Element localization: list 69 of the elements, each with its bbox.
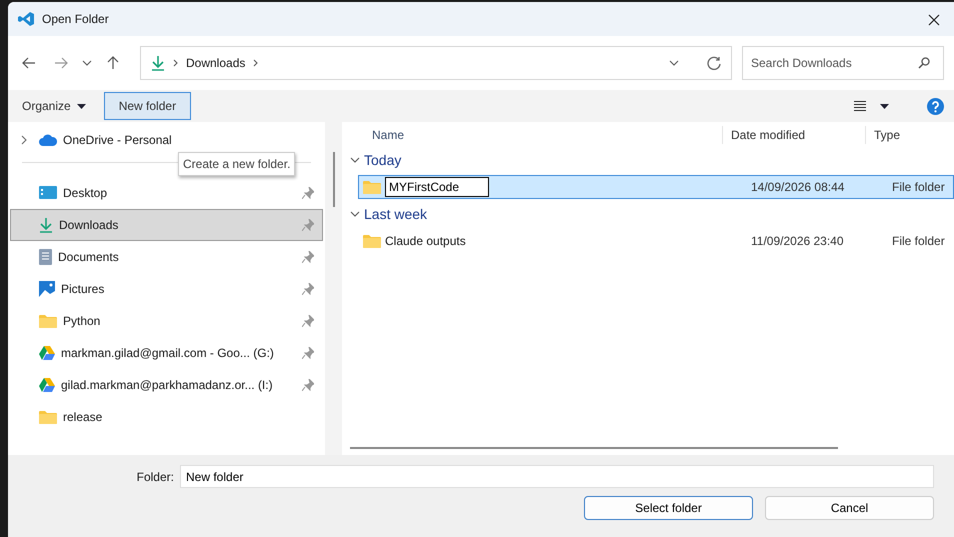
organize-button[interactable]: Organize (18, 97, 90, 115)
forward-arrow-icon (54, 56, 68, 70)
rename-field[interactable]: MYFirstCode (385, 177, 489, 197)
folder-icon (363, 180, 381, 194)
up-arrow-icon (106, 56, 120, 70)
folder-icon (39, 410, 57, 424)
group-header[interactable]: Today (364, 150, 402, 170)
caret-down-icon (880, 104, 889, 108)
back-arrow-icon (22, 56, 36, 70)
chevron-down-icon (82, 60, 92, 66)
item-label: Pictures (61, 281, 106, 298)
sidebar-item[interactable]: Python (10, 305, 323, 337)
item-label: OneDrive - Personal (63, 132, 173, 149)
item-label: gilad.markman@parkhamadanz.or... (I:) (61, 377, 274, 394)
item-label: Downloads (59, 217, 120, 234)
help-icon[interactable] (927, 98, 944, 114)
sidebar-item[interactable]: Documents (10, 241, 323, 273)
search-icon (918, 57, 930, 69)
view-list-icon (854, 101, 866, 111)
refresh-icon[interactable] (707, 56, 721, 70)
sidebar-item[interactable]: gilad.markman@parkhamadanz.or... (I:) (10, 369, 323, 401)
breadcrumb[interactable]: Downloads (186, 54, 246, 72)
item-label: markman.gilad@gmail.com - Goo... (G:) (61, 345, 275, 362)
tooltip: Create a new folder. (178, 152, 296, 176)
file-row[interactable]: Claude outputs 11/09/2026 23:40 File folder (358, 229, 954, 253)
sidebar-item[interactable]: Desktop (10, 177, 323, 209)
sidebar-item[interactable]: Downloads (10, 209, 323, 241)
chevron-down-icon (669, 60, 679, 66)
download-icon (151, 55, 165, 71)
item-label: Documents (58, 249, 120, 266)
file-name: Claude outputs (385, 233, 466, 250)
column-header[interactable]: Type (865, 126, 900, 144)
type-cell-text: File folder (891, 179, 945, 196)
chevron-right-icon (173, 59, 178, 67)
column-header[interactable]: Name (342, 126, 722, 144)
sidebar-item[interactable]: markman.gilad@gmail.com - Goo... (G:) (10, 337, 323, 369)
search-field[interactable]: Search Downloads (742, 46, 944, 80)
cloud-icon (39, 134, 57, 146)
item-label: release (63, 409, 104, 426)
column-header[interactable]: Date modified (722, 126, 865, 144)
cancel-button[interactable]: Cancel (765, 496, 934, 520)
drive-icon (39, 346, 55, 360)
date-cell-text: 14/09/2026 08:44 (750, 179, 846, 196)
folder-field[interactable]: New folder (180, 465, 934, 488)
document-icon (39, 249, 52, 265)
folder-icon (363, 234, 381, 248)
close-icon (928, 14, 940, 26)
scrollbar[interactable] (350, 447, 838, 449)
window-title: Open Folder (42, 11, 109, 28)
type-cell-text: File folder (891, 233, 945, 250)
address-bar[interactable]: Downloads (140, 46, 732, 80)
desktop-icon (39, 186, 57, 200)
folder-label: Folder: (136, 468, 174, 486)
item-label: Desktop (63, 185, 108, 202)
select-folder-button[interactable]: Select folder (584, 496, 753, 520)
caret-down-icon (76, 104, 86, 110)
item-label: Python (63, 313, 102, 330)
date-cell-text: 11/09/2026 23:40 (750, 233, 845, 250)
picture-icon (39, 281, 55, 297)
download-icon (39, 217, 53, 233)
sidebar-item[interactable]: release (10, 401, 323, 433)
sidebar-item[interactable]: Pictures (10, 273, 323, 305)
folder-icon (39, 314, 57, 328)
group-header[interactable]: Last week (364, 204, 428, 224)
chevron-right-icon (253, 59, 258, 67)
file-row[interactable]: MYFirstCode 14/09/2026 08:44 File folder (358, 175, 954, 199)
new-folder-button[interactable]: New folder (104, 92, 192, 120)
drive-icon (39, 378, 55, 392)
app-logo-icon (18, 11, 34, 27)
